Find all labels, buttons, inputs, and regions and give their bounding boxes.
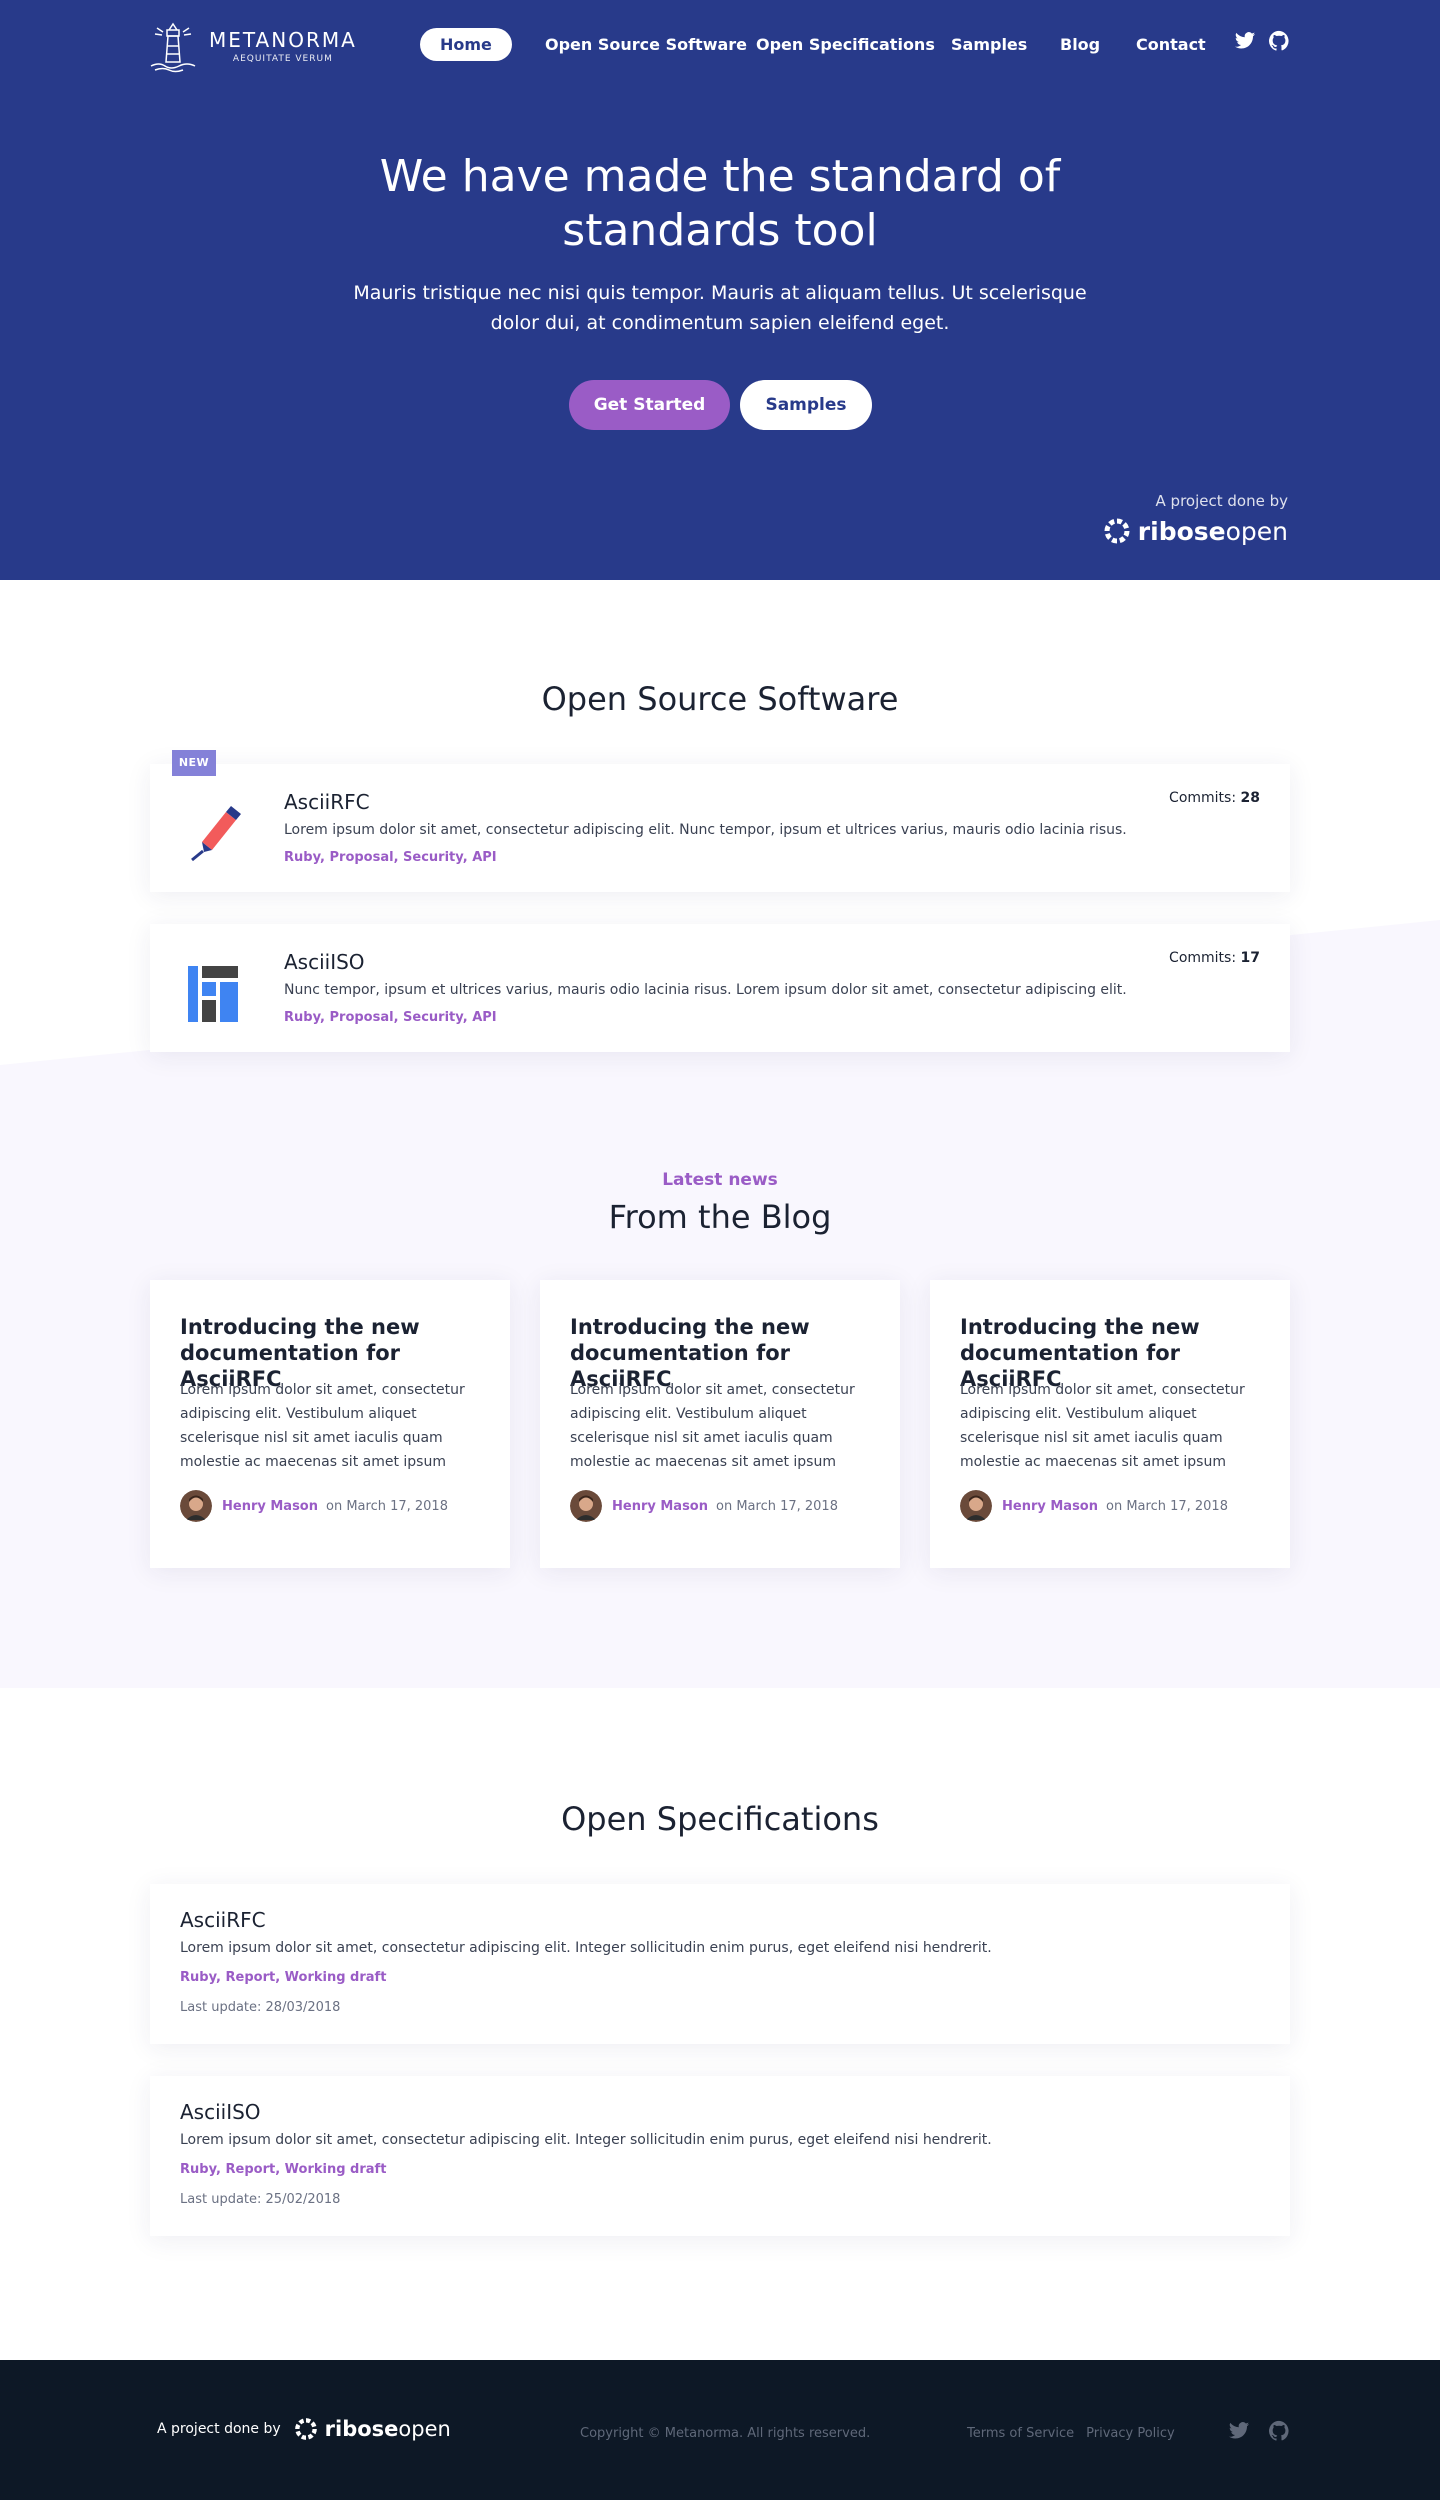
spec-last-update: Last update: 25/02/2018 xyxy=(180,2192,341,2207)
spec-description: Lorem ipsum dolor sit amet, consectetur … xyxy=(180,2132,992,2148)
software-description: Nunc tempor, ipsum et ultrices varius, m… xyxy=(284,982,1127,998)
blog-card[interactable]: Introducing the new documentation for As… xyxy=(150,1280,510,1568)
nav-home[interactable]: Home xyxy=(420,28,512,61)
twitter-icon[interactable] xyxy=(1228,2420,1250,2442)
blog-author[interactable]: Henry Mason xyxy=(222,1499,318,1514)
new-badge: NEW xyxy=(172,750,216,776)
brand-name: METANORMA xyxy=(209,28,357,52)
blog-section-title: From the Blog xyxy=(608,1198,832,1236)
blog-post-excerpt: Lorem ipsum dolor sit amet, consectetur … xyxy=(960,1382,1245,1470)
nav-samples[interactable]: Samples xyxy=(931,28,1047,61)
github-icon[interactable] xyxy=(1268,2420,1290,2442)
software-card-asciiiso[interactable]: AsciiISO Nunc tempor, ipsum et ultrices … xyxy=(150,924,1290,1052)
specs-section-title: Open Specifications xyxy=(561,1800,879,1838)
header-social xyxy=(1234,30,1290,52)
software-name[interactable]: AsciiISO xyxy=(284,950,365,974)
footer-social xyxy=(1228,2420,1290,2442)
privacy-policy-link[interactable]: Privacy Policy xyxy=(1086,2426,1175,2441)
lighthouse-logo-icon xyxy=(150,22,196,73)
brand-tagline: AEQUITATE VERUM xyxy=(232,54,333,64)
blog-post-meta: Henry Mason on March 17, 2018 xyxy=(960,1490,1228,1522)
software-description: Lorem ipsum dolor sit amet, consectetur … xyxy=(284,822,1127,838)
iso-layout-icon xyxy=(188,966,238,1022)
hero-title-line1: We have made the standard of xyxy=(379,151,1061,202)
commits-label: Commits: xyxy=(1169,950,1237,966)
project-label: A project done by xyxy=(1155,492,1288,510)
spec-description: Lorem ipsum dolor sit amet, consectetur … xyxy=(180,1940,992,1956)
hero-title-line2: standards tool xyxy=(562,205,878,256)
commits-label: Commits: xyxy=(1169,790,1237,806)
spec-name[interactable]: AsciiRFC xyxy=(180,1908,266,1932)
get-started-button[interactable]: Get Started xyxy=(569,380,730,430)
commits-count: 17 xyxy=(1240,950,1260,966)
blog-date: on March 17, 2018 xyxy=(326,1498,448,1514)
footer-project-credit: A project done by riboseopen xyxy=(157,2416,451,2442)
site-logo[interactable]: METANORMA AEQUITATE VERUM xyxy=(145,18,357,74)
ribose-gear-icon xyxy=(1104,518,1130,544)
spec-tags[interactable]: Ruby, Report, Working draft xyxy=(180,2162,386,2177)
nav-blog[interactable]: Blog xyxy=(1040,28,1120,61)
blog-date: on March 17, 2018 xyxy=(716,1498,838,1514)
blog-post-meta: Henry Mason on March 17, 2018 xyxy=(570,1490,838,1522)
nav-open-specifications[interactable]: Open Specifications xyxy=(736,28,955,61)
hero-title: We have made the standard of standards t… xyxy=(320,150,1120,258)
pen-icon xyxy=(191,806,241,862)
blog-eyebrow: Latest news xyxy=(662,1170,778,1190)
site-footer: A project done by riboseopen Copyright ©… xyxy=(0,2360,1440,2500)
github-icon[interactable] xyxy=(1268,30,1290,52)
commits-count: 28 xyxy=(1240,790,1260,806)
project-credit: A project done by riboseopen xyxy=(1102,492,1288,546)
blog-author[interactable]: Henry Mason xyxy=(1002,1499,1098,1514)
spec-card-asciiiso[interactable]: AsciiISO Lorem ipsum dolor sit amet, con… xyxy=(150,2076,1290,2236)
spec-name[interactable]: AsciiISO xyxy=(180,2100,261,2124)
nav-open-source-software[interactable]: Open Source Software xyxy=(525,28,767,61)
hero-subtitle: Mauris tristique nec nisi quis tempor. M… xyxy=(353,282,1087,334)
terms-of-service-link[interactable]: Terms of Service xyxy=(967,2426,1074,2441)
blog-post-excerpt: Lorem ipsum dolor sit amet, consectetur … xyxy=(570,1382,855,1470)
software-commits: Commits: 17 xyxy=(1169,950,1260,966)
footer-project-label: A project done by xyxy=(157,2421,281,2437)
spec-tags[interactable]: Ruby, Report, Working draft xyxy=(180,1970,386,1985)
spec-card-asciirfc[interactable]: AsciiRFC Lorem ipsum dolor sit amet, con… xyxy=(150,1884,1290,2044)
ribose-brand-light: open xyxy=(1225,516,1288,546)
ribose-brand-bold: ribose xyxy=(1137,516,1226,546)
software-section-title: Open Source Software xyxy=(541,680,899,718)
spec-last-update: Last update: 28/03/2018 xyxy=(180,2000,341,2015)
blog-post-excerpt: Lorem ipsum dolor sit amet, consectetur … xyxy=(180,1382,465,1470)
footer-links: Terms of Service Privacy Policy xyxy=(967,2426,1175,2441)
nav-contact[interactable]: Contact xyxy=(1116,28,1226,61)
software-name[interactable]: AsciiRFC xyxy=(284,790,370,814)
software-tags[interactable]: Ruby, Proposal, Security, API xyxy=(284,1010,497,1025)
blog-card[interactable]: Introducing the new documentation for As… xyxy=(930,1280,1290,1568)
hero-header: METANORMA AEQUITATE VERUM Home Open Sour… xyxy=(0,0,1440,580)
samples-button[interactable]: Samples xyxy=(740,380,872,430)
footer-ribose-logo[interactable]: riboseopen xyxy=(325,2417,451,2441)
footer-brand-bold: ribose xyxy=(324,2417,399,2441)
avatar xyxy=(960,1490,992,1522)
ribose-gear-icon xyxy=(294,2418,317,2440)
blog-author[interactable]: Henry Mason xyxy=(612,1499,708,1514)
avatar xyxy=(570,1490,602,1522)
blog-date: on March 17, 2018 xyxy=(1106,1498,1228,1514)
software-card-asciirfc[interactable]: AsciiRFC Lorem ipsum dolor sit amet, con… xyxy=(150,764,1290,892)
software-tags[interactable]: Ruby, Proposal, Security, API xyxy=(284,850,497,865)
blog-card[interactable]: Introducing the new documentation for As… xyxy=(540,1280,900,1568)
blog-post-meta: Henry Mason on March 17, 2018 xyxy=(180,1490,448,1522)
footer-brand-light: open xyxy=(398,2417,451,2441)
ribose-open-logo[interactable]: riboseopen xyxy=(1102,516,1288,546)
twitter-icon[interactable] xyxy=(1234,30,1256,52)
software-commits: Commits: 28 xyxy=(1169,790,1260,806)
avatar xyxy=(180,1490,212,1522)
footer-copyright: Copyright © Metanorma. All rights reserv… xyxy=(580,2426,871,2441)
